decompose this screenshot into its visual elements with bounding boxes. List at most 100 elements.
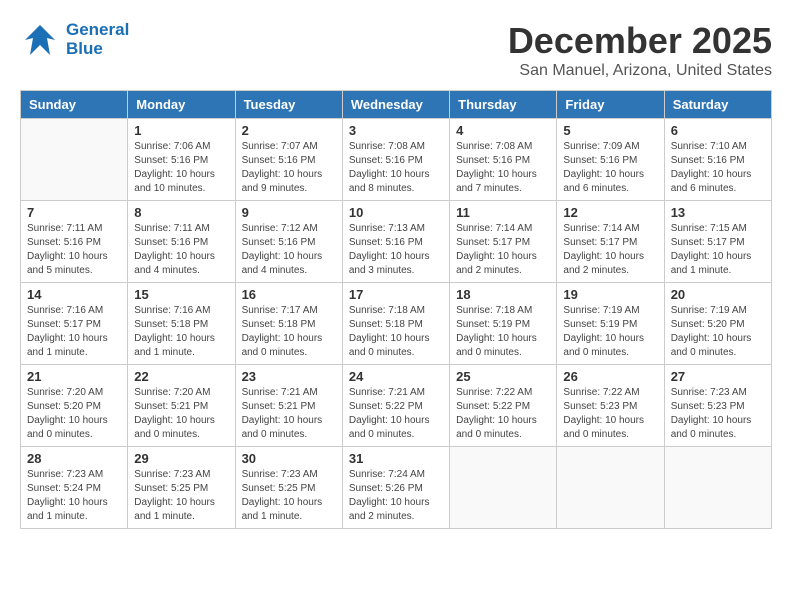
day-number: 16 [242, 287, 336, 302]
day-cell-2-4: 18 Sunrise: 7:18 AMSunset: 5:19 PMDayligh… [450, 283, 557, 365]
day-info: Sunrise: 7:17 AMSunset: 5:18 PMDaylight:… [242, 304, 336, 360]
day-info: Sunrise: 7:21 AMSunset: 5:21 PMDaylight:… [242, 386, 336, 442]
day-number: 21 [27, 369, 121, 384]
day-cell-4-2: 30Sunrise: 7:23 AMSunset: 5:25 PMDayligh… [235, 447, 342, 529]
day-cell-2-2: 16 Sunrise: 7:17 AMSunset: 5:18 PMDayligh… [235, 283, 342, 365]
day-number: 24 [349, 369, 443, 384]
day-number: 31 [349, 451, 443, 466]
day-info: Sunrise: 7:11 AMSunset: 5:16 PMDaylight:… [27, 222, 121, 278]
day-number: 29 [134, 451, 228, 466]
day-number: 26 [563, 369, 657, 384]
day-info: Sunrise: 7:20 AMSunset: 5:21 PMDaylight:… [134, 386, 228, 442]
day-number: 22 [134, 369, 228, 384]
day-number: 6 [671, 123, 765, 138]
day-info: Sunrise: 7:22 AMSunset: 5:22 PMDaylight:… [456, 386, 550, 442]
week-row-0: 1Sunrise: 7:06 AMSunset: 5:16 PMDaylight… [21, 119, 772, 201]
day-number: 14 [27, 287, 121, 302]
day-cell-4-6 [664, 447, 771, 529]
day-number: 2 [242, 123, 336, 138]
header-friday: Friday [557, 91, 664, 119]
day-cell-1-3: 10 Sunrise: 7:13 AMSunset: 5:16 PMDayligh… [342, 201, 449, 283]
day-number: 10 [349, 205, 443, 220]
header-saturday: Saturday [664, 91, 771, 119]
day-number: 27 [671, 369, 765, 384]
day-cell-3-3: 24 Sunrise: 7:21 AMSunset: 5:22 PMDayligh… [342, 365, 449, 447]
header-sunday: Sunday [21, 91, 128, 119]
day-info: Sunrise: 7:24 AMSunset: 5:26 PMDaylight:… [349, 468, 443, 524]
day-cell-3-0: 21 Sunrise: 7:20 AMSunset: 5:20 PMDayligh… [21, 365, 128, 447]
day-cell-2-3: 17 Sunrise: 7:18 AMSunset: 5:18 PMDayligh… [342, 283, 449, 365]
day-info: Sunrise: 7:23 AMSunset: 5:24 PMDaylight:… [27, 468, 121, 524]
day-number: 18 [456, 287, 550, 302]
day-info: Sunrise: 7:12 AMSunset: 5:16 PMDaylight:… [242, 222, 336, 278]
day-cell-3-2: 23Sunrise: 7:21 AMSunset: 5:21 PMDayligh… [235, 365, 342, 447]
day-info: Sunrise: 7:16 AMSunset: 5:17 PMDaylight:… [27, 304, 121, 360]
day-number: 13 [671, 205, 765, 220]
day-cell-2-6: 20Sunrise: 7:19 AMSunset: 5:20 PMDayligh… [664, 283, 771, 365]
day-cell-1-0: 7 Sunrise: 7:11 AMSunset: 5:16 PMDaylight… [21, 201, 128, 283]
day-info: Sunrise: 7:23 AMSunset: 5:25 PMDaylight:… [134, 468, 228, 524]
day-number: 11 [456, 205, 550, 220]
day-info: Sunrise: 7:20 AMSunset: 5:20 PMDaylight:… [27, 386, 121, 442]
day-cell-2-0: 14 Sunrise: 7:16 AMSunset: 5:17 PMDayligh… [21, 283, 128, 365]
logo-general: General [66, 21, 129, 40]
day-cell-1-4: 11 Sunrise: 7:14 AMSunset: 5:17 PMDayligh… [450, 201, 557, 283]
calendar-table: Sunday Monday Tuesday Wednesday Thursday… [20, 90, 772, 529]
day-info: Sunrise: 7:22 AMSunset: 5:23 PMDaylight:… [563, 386, 657, 442]
page-header: General Blue December 2025 San Manuel, A… [20, 20, 772, 80]
day-cell-1-5: 12 Sunrise: 7:14 AMSunset: 5:17 PMDayligh… [557, 201, 664, 283]
day-number: 17 [349, 287, 443, 302]
day-cell-4-4 [450, 447, 557, 529]
month-title: December 2025 [508, 20, 772, 62]
header-tuesday: Tuesday [235, 91, 342, 119]
day-cell-4-5 [557, 447, 664, 529]
day-number: 19 [563, 287, 657, 302]
day-number: 20 [671, 287, 765, 302]
day-cell-0-1: 1Sunrise: 7:06 AMSunset: 5:16 PMDaylight… [128, 119, 235, 201]
logo-blue: Blue [66, 40, 129, 59]
location: San Manuel, Arizona, United States [508, 62, 772, 80]
day-number: 3 [349, 123, 443, 138]
day-info: Sunrise: 7:07 AMSunset: 5:16 PMDaylight:… [242, 140, 336, 196]
day-info: Sunrise: 7:08 AMSunset: 5:16 PMDaylight:… [349, 140, 443, 196]
week-row-1: 7 Sunrise: 7:11 AMSunset: 5:16 PMDaylight… [21, 201, 772, 283]
day-cell-0-6: 6Sunrise: 7:10 AMSunset: 5:16 PMDaylight… [664, 119, 771, 201]
day-info: Sunrise: 7:14 AMSunset: 5:17 PMDaylight:… [563, 222, 657, 278]
day-info: Sunrise: 7:08 AMSunset: 5:16 PMDaylight:… [456, 140, 550, 196]
day-info: Sunrise: 7:21 AMSunset: 5:22 PMDaylight:… [349, 386, 443, 442]
day-cell-3-6: 27 Sunrise: 7:23 AMSunset: 5:23 PMDayligh… [664, 365, 771, 447]
day-number: 5 [563, 123, 657, 138]
day-info: Sunrise: 7:18 AMSunset: 5:18 PMDaylight:… [349, 304, 443, 360]
logo-icon [20, 20, 60, 60]
day-number: 28 [27, 451, 121, 466]
header-wednesday: Wednesday [342, 91, 449, 119]
week-row-4: 28 Sunrise: 7:23 AMSunset: 5:24 PMDayligh… [21, 447, 772, 529]
day-info: Sunrise: 7:23 AMSunset: 5:25 PMDaylight:… [242, 468, 336, 524]
day-cell-2-5: 19 Sunrise: 7:19 AMSunset: 5:19 PMDayligh… [557, 283, 664, 365]
title-section: December 2025 San Manuel, Arizona, Unite… [508, 20, 772, 80]
day-info: Sunrise: 7:14 AMSunset: 5:17 PMDaylight:… [456, 222, 550, 278]
day-cell-2-1: 15Sunrise: 7:16 AMSunset: 5:18 PMDayligh… [128, 283, 235, 365]
day-cell-3-4: 25Sunrise: 7:22 AMSunset: 5:22 PMDayligh… [450, 365, 557, 447]
day-number: 1 [134, 123, 228, 138]
day-cell-0-2: 2 Sunrise: 7:07 AMSunset: 5:16 PMDaylight… [235, 119, 342, 201]
logo: General Blue [20, 20, 129, 60]
day-cell-4-0: 28 Sunrise: 7:23 AMSunset: 5:24 PMDayligh… [21, 447, 128, 529]
day-number: 9 [242, 205, 336, 220]
week-row-3: 21 Sunrise: 7:20 AMSunset: 5:20 PMDayligh… [21, 365, 772, 447]
day-cell-3-1: 22 Sunrise: 7:20 AMSunset: 5:21 PMDayligh… [128, 365, 235, 447]
day-info: Sunrise: 7:15 AMSunset: 5:17 PMDaylight:… [671, 222, 765, 278]
day-number: 7 [27, 205, 121, 220]
day-cell-1-6: 13 Sunrise: 7:15 AMSunset: 5:17 PMDayligh… [664, 201, 771, 283]
day-info: Sunrise: 7:18 AMSunset: 5:19 PMDaylight:… [456, 304, 550, 360]
day-cell-1-2: 9 Sunrise: 7:12 AMSunset: 5:16 PMDaylight… [235, 201, 342, 283]
day-cell-0-3: 3 Sunrise: 7:08 AMSunset: 5:16 PMDaylight… [342, 119, 449, 201]
day-cell-1-1: 8Sunrise: 7:11 AMSunset: 5:16 PMDaylight… [128, 201, 235, 283]
day-info: Sunrise: 7:23 AMSunset: 5:23 PMDaylight:… [671, 386, 765, 442]
day-info: Sunrise: 7:13 AMSunset: 5:16 PMDaylight:… [349, 222, 443, 278]
day-info: Sunrise: 7:11 AMSunset: 5:16 PMDaylight:… [134, 222, 228, 278]
header-thursday: Thursday [450, 91, 557, 119]
day-number: 12 [563, 205, 657, 220]
day-cell-4-1: 29 Sunrise: 7:23 AMSunset: 5:25 PMDayligh… [128, 447, 235, 529]
day-info: Sunrise: 7:19 AMSunset: 5:19 PMDaylight:… [563, 304, 657, 360]
